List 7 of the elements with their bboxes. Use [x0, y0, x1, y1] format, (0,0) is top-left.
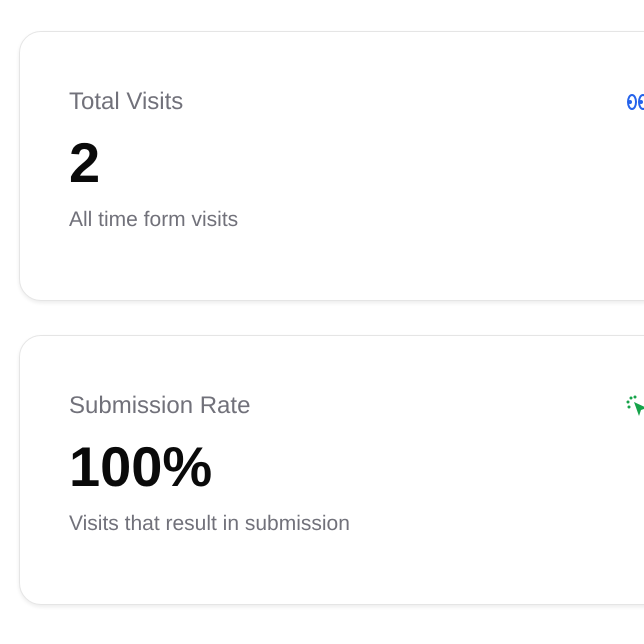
stat-value: 100% [69, 435, 214, 499]
stat-caption: Visits that result in submission [69, 511, 351, 537]
card-title: Total Visits [69, 87, 184, 117]
stat-caption: All time form visits [69, 207, 240, 233]
pointer-icon [626, 394, 644, 418]
stat-value: 2 [69, 131, 102, 195]
card-title: Submission Rate [69, 391, 250, 421]
